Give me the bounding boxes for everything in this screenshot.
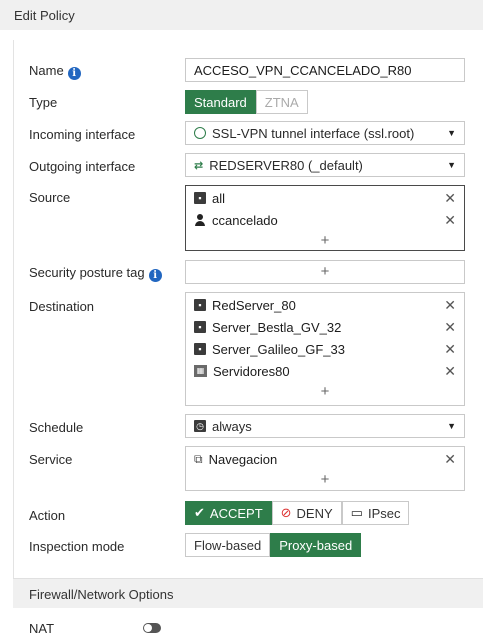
incoming-interface-select[interactable]: SSL-VPN tunnel interface (ssl.root) ▼ (185, 121, 465, 145)
security-posture-tag-text: Security posture tag (29, 265, 145, 280)
inspection-mode-label: Inspection mode (29, 539, 125, 554)
service-label: Service (29, 452, 73, 467)
destination-label: Destination (29, 299, 95, 314)
schedule-icon: ◷ (194, 420, 206, 432)
vlan-interface-icon: ⇄ (194, 159, 204, 172)
list-item: ccancelado ✕ (186, 209, 464, 231)
list-item: ▪ all ✕ (186, 187, 464, 209)
ssl-vpn-icon (194, 127, 206, 139)
service-list[interactable]: ⧉ Navegacion ✕ + (185, 446, 465, 491)
list-item: ⧉ Navegacion ✕ (186, 448, 464, 470)
info-icon[interactable]: i (67, 67, 81, 80)
user-icon (194, 214, 206, 226)
type-standard-button[interactable]: Standard (185, 90, 256, 114)
type-ztna-button[interactable]: ZTNA (255, 90, 308, 114)
outgoing-interface-value: REDSERVER80 (_default) (209, 157, 363, 173)
action-toggle: ✔ ACCEPT ⊘ DENY ▭ IPsec (185, 501, 410, 525)
list-item: ▦ Servidores80 ✕ (186, 360, 464, 382)
proxy-based-button[interactable]: Proxy-based (270, 533, 362, 557)
destination-entry: Server_Galileo_GF_33 (212, 341, 345, 357)
source-list[interactable]: ▪ all ✕ ccancelado ✕ + (185, 185, 465, 251)
name-label: Name i (29, 63, 81, 80)
destination-entry: Server_Bestla_GV_32 (212, 319, 342, 335)
name-label-text: Name (29, 63, 64, 78)
incoming-interface-label: Incoming interface (29, 127, 136, 142)
caret-down-icon: ▼ (447, 421, 456, 431)
close-icon[interactable]: ✕ (444, 319, 456, 336)
accept-button[interactable]: ✔ ACCEPT (185, 501, 272, 525)
security-posture-tag-input[interactable]: + (185, 260, 465, 284)
service-group-icon: ⧉ (194, 451, 203, 466)
deny-icon: ⊘ (280, 505, 292, 520)
schedule-label: Schedule (29, 420, 84, 435)
caret-down-icon: ▼ (447, 160, 456, 170)
caret-down-icon: ▼ (447, 128, 456, 138)
deny-label: DENY (296, 505, 333, 521)
address-icon: ▪ (194, 343, 206, 355)
type-toggle: Standard ZTNA (185, 90, 308, 114)
source-entry-all: all (212, 190, 226, 206)
destination-entry: RedServer_80 (212, 297, 296, 313)
list-item: ▪ Server_Galileo_GF_33 ✕ (186, 338, 464, 360)
address-icon: ▪ (194, 299, 206, 311)
source-entry-user: ccancelado (212, 212, 278, 228)
nat-toggle[interactable] (143, 623, 161, 633)
close-icon[interactable]: ✕ (444, 341, 456, 358)
close-icon[interactable]: ✕ (444, 451, 456, 468)
security-posture-tag-label: Security posture tag i (29, 265, 162, 282)
destination-entry: Servidores80 (213, 363, 290, 379)
address-group-icon: ▦ (194, 365, 207, 377)
address-icon: ▪ (194, 192, 206, 204)
add-source-button[interactable]: + (186, 231, 464, 251)
inspection-mode-toggle: Flow-based Proxy-based (185, 533, 362, 557)
outgoing-interface-select[interactable]: ⇄ REDSERVER80 (_default) ▼ (185, 153, 465, 177)
section-title: Firewall/Network Options (29, 587, 174, 602)
incoming-interface-value: SSL-VPN tunnel interface (ssl.root) (212, 125, 415, 141)
ipsec-label: IPsec (367, 505, 401, 521)
close-icon[interactable]: ✕ (444, 363, 456, 380)
accept-label: ACCEPT (209, 505, 263, 521)
nat-label: NAT (29, 621, 55, 636)
add-service-button[interactable]: + (186, 470, 464, 490)
close-icon[interactable]: ✕ (444, 190, 456, 207)
firewall-network-options-section: Firewall/Network Options (13, 578, 483, 608)
schedule-value: always (212, 418, 252, 434)
list-item: ▪ RedServer_80 ✕ (186, 294, 464, 316)
page-title: Edit Policy (14, 8, 75, 23)
schedule-select[interactable]: ◷ always ▼ (185, 414, 465, 438)
info-icon[interactable]: i (148, 269, 162, 282)
add-destination-button[interactable]: + (186, 382, 464, 402)
dialog-header: Edit Policy (0, 0, 483, 30)
action-label: Action (29, 508, 66, 523)
add-posture-tag-button[interactable]: + (186, 261, 464, 283)
flow-based-button[interactable]: Flow-based (185, 533, 271, 557)
ipsec-button[interactable]: ▭ IPsec (341, 501, 410, 525)
checkmark-icon: ✔ (194, 505, 205, 520)
service-entry: Navegacion (208, 451, 278, 467)
list-item: ▪ Server_Bestla_GV_32 ✕ (186, 316, 464, 338)
type-label: Type (29, 95, 58, 110)
name-input[interactable]: ACCESO_VPN_CCANCELADO_R80 (185, 58, 465, 82)
address-icon: ▪ (194, 321, 206, 333)
outgoing-interface-label: Outgoing interface (29, 159, 136, 174)
destination-list[interactable]: ▪ RedServer_80 ✕ ▪ Server_Bestla_GV_32 ✕… (185, 292, 465, 406)
source-label: Source (29, 190, 71, 205)
deny-button[interactable]: ⊘ DENY (271, 501, 342, 525)
close-icon[interactable]: ✕ (444, 212, 456, 229)
close-icon[interactable]: ✕ (444, 297, 456, 314)
ipsec-icon: ▭ (350, 505, 363, 520)
